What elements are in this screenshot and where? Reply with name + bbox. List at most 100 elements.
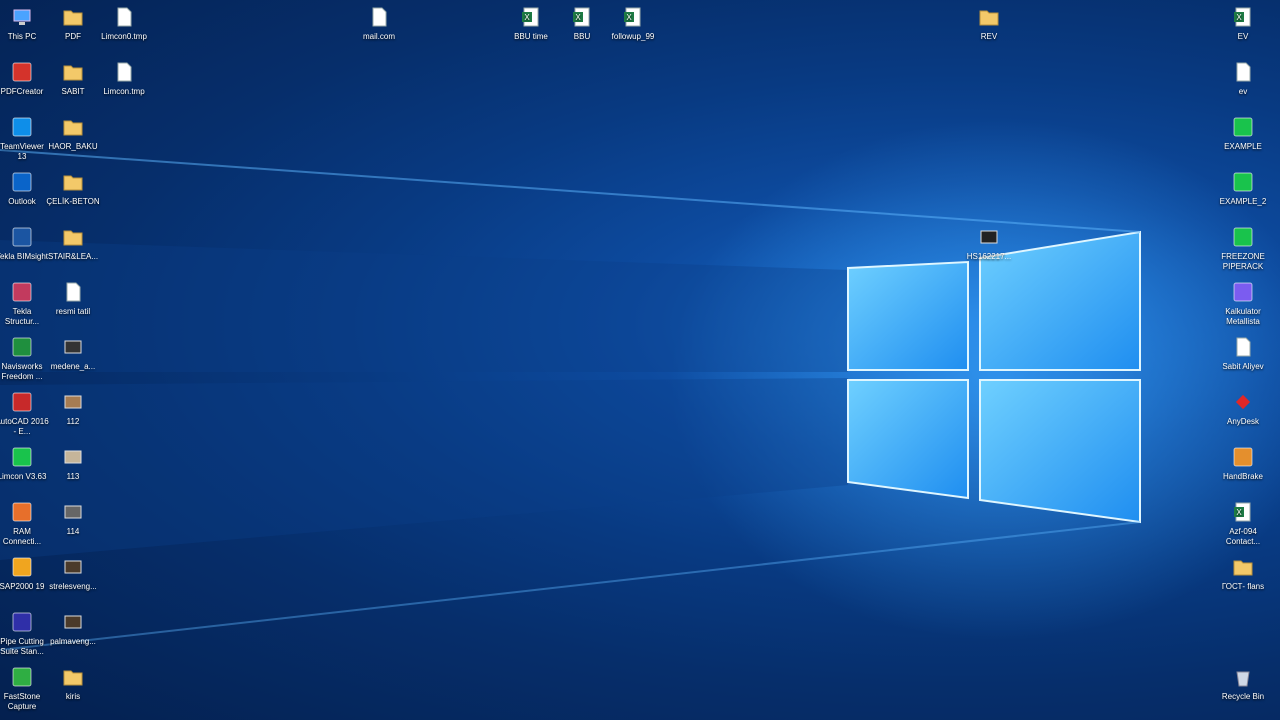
desktop-icon[interactable]: medene_a... xyxy=(46,336,100,372)
desktop-icon[interactable]: HAOR_BAKU xyxy=(46,116,100,152)
desktop-icon[interactable]: PDFCreator xyxy=(0,61,49,97)
desktop-icon[interactable]: SABIT xyxy=(46,61,100,97)
desktop-icon-label: HandBrake xyxy=(1222,472,1264,481)
desktop-icon-label: EXAMPLE xyxy=(1224,142,1262,151)
file-icon xyxy=(113,61,135,83)
limcon-icon xyxy=(11,446,33,468)
desktop-icon[interactable]: Recycle Bin xyxy=(1216,666,1270,702)
desktop-icon-label: 114 xyxy=(66,527,80,536)
desktop-icon[interactable]: Xfollowup_99 xyxy=(606,6,660,42)
desktop-icon[interactable]: Outlook xyxy=(0,171,49,207)
desktop-icon-label: BBU xyxy=(573,32,591,41)
desktop-icon[interactable]: AutoCAD 2016 - E... xyxy=(0,391,49,437)
limcon-icon xyxy=(1232,116,1254,138)
desktop-icon[interactable]: Kalkulator Metallista xyxy=(1216,281,1270,327)
sap-icon xyxy=(11,556,33,578)
desktop-icon[interactable]: kiris xyxy=(46,666,100,702)
desktop-icon-label: mail.com xyxy=(362,32,395,41)
desktop-icon[interactable]: RAM Connecti... xyxy=(0,501,49,547)
desktop-icon[interactable]: AnyDesk xyxy=(1216,391,1270,427)
desktop-icon[interactable]: REV xyxy=(962,6,1016,42)
desktop-icon[interactable]: Pipe Cutting Suite Stan... xyxy=(0,611,49,657)
desktop-icon[interactable]: FastStone Capture xyxy=(0,666,49,712)
desktop-icon[interactable]: EXAMPLE_2 xyxy=(1216,171,1270,207)
desktop-icon-label: Tekla BIMsight xyxy=(0,252,49,261)
desktop-icon[interactable]: strelesveng... xyxy=(46,556,100,592)
desktop-icon[interactable]: 114 xyxy=(46,501,100,537)
desktop-icon-label: FastStone Capture xyxy=(3,692,41,711)
desktop-icon[interactable]: HandBrake xyxy=(1216,446,1270,482)
desktop-icon[interactable]: 113 xyxy=(46,446,100,482)
excel-icon: X xyxy=(520,6,542,28)
document-icon xyxy=(1232,61,1254,83)
desktop-icon[interactable]: This PC xyxy=(0,6,49,42)
excel-icon: X xyxy=(1232,6,1254,28)
desktop-icon[interactable]: Limcon.tmp xyxy=(97,61,151,97)
desktop-icon-label: RAM Connecti... xyxy=(2,527,42,546)
document-icon xyxy=(62,281,84,303)
desktop-icon[interactable]: resmi tatil xyxy=(46,281,100,317)
desktop-icon[interactable]: X BBU xyxy=(555,6,609,42)
pdfcreator-icon xyxy=(11,61,33,83)
document-icon xyxy=(1232,336,1254,358)
desktop-icon[interactable]: Tekla Structur... xyxy=(0,281,49,327)
tekla-icon xyxy=(11,281,33,303)
desktop-icon-label: PDFCreator xyxy=(0,87,44,96)
desktop-icon[interactable]: Tekla BIMsight xyxy=(0,226,49,262)
faststone-icon xyxy=(11,666,33,688)
image-icon xyxy=(978,226,1000,248)
folder-icon xyxy=(62,226,84,248)
desktop-icon[interactable]: mail.com xyxy=(352,6,406,42)
desktop-icon-label: 112 xyxy=(66,417,80,426)
desktop-icon[interactable]: TeamViewer 13 xyxy=(0,116,49,162)
folder-icon xyxy=(62,61,84,83)
handbrake-icon xyxy=(1232,446,1254,468)
desktop-icon[interactable]: X Azf-094 Contact... xyxy=(1216,501,1270,547)
desktop-icon-label: Limcon0.tmp xyxy=(101,32,147,41)
tekla-icon xyxy=(11,226,33,248)
desktop-icon[interactable]: EXAMPLE xyxy=(1216,116,1270,152)
desktop-icon[interactable]: Limcon V3.63 xyxy=(0,446,49,482)
desktop-icon-label: HS162217... xyxy=(966,252,1012,261)
image-icon xyxy=(62,556,84,578)
desktop-icon-label: EXAMPLE_2 xyxy=(1219,197,1267,206)
pipecutting-icon xyxy=(11,611,33,633)
desktop-icon[interactable]: ГОСТ- flans xyxy=(1216,556,1270,592)
excel-icon: X xyxy=(1232,501,1254,523)
desktop-icon[interactable]: SAP2000 19 xyxy=(0,556,49,592)
desktop-icon-label: Recycle Bin xyxy=(1221,692,1265,701)
image-icon xyxy=(62,336,84,358)
desktop-icon[interactable]: Navisworks Freedom ... xyxy=(0,336,49,382)
excel-icon: X xyxy=(571,6,593,28)
desktop-icon-label: PDF xyxy=(65,32,81,41)
desktop-icon[interactable]: ÇELİK-BETON xyxy=(46,171,100,207)
folder-icon xyxy=(62,171,84,193)
svg-text:X: X xyxy=(1236,13,1242,22)
desktop-icon-label: This PC xyxy=(7,32,37,41)
outlook-icon xyxy=(11,171,33,193)
desktop-icon-label: medene_a... xyxy=(50,362,96,371)
svg-text:X: X xyxy=(1236,508,1242,517)
desktop-icon-label: Limcon V3.63 xyxy=(0,472,47,481)
desktop-icon[interactable]: Limcon0.tmp xyxy=(97,6,151,42)
desktop-icon[interactable]: X BBU time xyxy=(504,6,558,42)
file-icon xyxy=(368,6,390,28)
desktop-icon[interactable]: FREEZONE PIPERACK xyxy=(1216,226,1270,272)
desktop-icon[interactable]: palmaveng... xyxy=(46,611,100,647)
desktop-icon-label: FREEZONE PIPERACK xyxy=(1221,252,1265,271)
desktop-icon[interactable]: STAIR&LEA... xyxy=(46,226,100,262)
ram-icon xyxy=(11,501,33,523)
desktop-icon-label: HAOR_BAKU xyxy=(48,142,98,151)
desktop-icon-label: Navisworks Freedom ... xyxy=(1,362,43,381)
desktop-icon-label: Pipe Cutting Suite Stan... xyxy=(0,637,44,656)
desktop-icon[interactable]: HS162217... xyxy=(962,226,1016,262)
recycle-bin-icon xyxy=(1232,666,1254,688)
desktop-icon[interactable]: ev xyxy=(1216,61,1270,97)
desktop-icon-label: Sabit Aliyev xyxy=(1222,362,1264,371)
desktop-icon-label: palmaveng... xyxy=(50,637,96,646)
computer-icon xyxy=(11,6,33,28)
desktop-icon[interactable]: PDF xyxy=(46,6,100,42)
desktop-icon[interactable]: X EV xyxy=(1216,6,1270,42)
desktop-icon[interactable]: Sabit Aliyev xyxy=(1216,336,1270,372)
desktop-icon[interactable]: 112 xyxy=(46,391,100,427)
